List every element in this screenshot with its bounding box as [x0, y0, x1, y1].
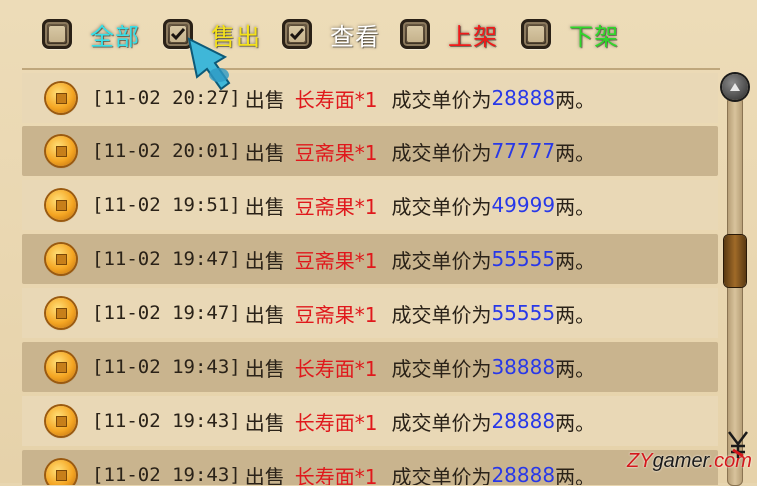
record-price: 77777 — [491, 139, 556, 163]
record-price: 28888 — [491, 463, 556, 485]
record-row: [11-02 19:43] 出售 长寿面*1 成交单价为 28888 两。 — [22, 396, 718, 446]
record-action: 出售 — [244, 140, 285, 165]
record-action: 出售 — [244, 464, 285, 486]
filter-view[interactable]: 查看 — [282, 14, 380, 54]
record-item: 长寿面*1 — [294, 464, 378, 486]
record-suffix: 两。 — [555, 464, 596, 486]
record-row: [11-02 20:27] 出售 长寿面*1 成交单价为 28888 两。 — [22, 73, 718, 123]
record-suffix: 两。 — [555, 194, 596, 219]
coin-icon — [46, 298, 76, 328]
record-row: [11-02 20:01] 出售 豆斋果*1 成交单价为 77777 两。 — [22, 126, 718, 176]
record-price: 38888 — [491, 355, 556, 379]
record-price-prefix: 成交单价为 — [391, 356, 492, 381]
filter-view-checkbox[interactable] — [282, 19, 312, 49]
coin-icon — [46, 460, 76, 485]
record-item: 豆斋果*1 — [294, 194, 378, 219]
trade-log-window: 全部 售出 查看 上架 下架 [11-02 20:27] 出售 长寿面*1 成交… — [0, 0, 757, 486]
record-action: 出售 — [244, 194, 285, 219]
filter-all-checkbox[interactable] — [42, 19, 72, 49]
watermark-gamer: gamer — [652, 450, 709, 472]
record-action: 出售 — [244, 302, 285, 327]
filter-delisted[interactable]: 下架 — [521, 14, 619, 54]
record-price-prefix: 成交单价为 — [391, 248, 492, 273]
record-price-prefix: 成交单价为 — [391, 194, 492, 219]
scroll-track[interactable] — [727, 96, 743, 486]
filter-bar: 全部 售出 查看 上架 下架 — [0, 0, 757, 68]
filter-view-label: 查看 — [330, 22, 380, 51]
record-suffix: 两。 — [555, 410, 596, 435]
filter-all-label: 全部 — [90, 22, 140, 51]
record-item: 豆斋果*1 — [294, 302, 378, 327]
coin-icon — [46, 406, 76, 436]
record-time: [11-02 19:47] — [92, 248, 241, 270]
record-row: [11-02 19:43] 出售 长寿面*1 成交单价为 38888 两。 — [22, 342, 718, 392]
coin-icon — [46, 190, 76, 220]
record-time: [11-02 19:51] — [92, 194, 241, 216]
record-action: 出售 — [244, 356, 285, 381]
record-action: 出售 — [244, 248, 285, 273]
filter-listed[interactable]: 上架 — [400, 14, 498, 54]
record-time: [11-02 19:47] — [92, 302, 241, 324]
record-price: 55555 — [491, 301, 556, 325]
filter-all[interactable]: 全部 — [42, 14, 140, 54]
record-price: 55555 — [491, 247, 556, 271]
record-row: [11-02 19:47] 出售 豆斋果*1 成交单价为 55555 两。 — [22, 288, 718, 338]
trade-record-list: [11-02 20:27] 出售 长寿面*1 成交单价为 28888 两。 [11-… — [22, 68, 720, 485]
coin-icon — [46, 352, 76, 382]
filter-delisted-checkbox[interactable] — [521, 19, 551, 49]
record-suffix: 两。 — [555, 356, 596, 381]
record-price-prefix: 成交单价为 — [391, 87, 492, 112]
vertical-scrollbar[interactable] — [722, 74, 748, 486]
record-item: 豆斋果*1 — [294, 140, 378, 165]
watermark-logo-icon — [728, 431, 748, 458]
checkmark-icon — [289, 28, 305, 41]
filter-listed-label: 上架 — [448, 22, 498, 51]
record-suffix: 两。 — [555, 248, 596, 273]
record-price: 28888 — [491, 409, 556, 433]
record-suffix: 两。 — [555, 140, 596, 165]
record-row: [11-02 19:51] 出售 豆斋果*1 成交单价为 49999 两。 — [22, 180, 718, 230]
record-time: [11-02 19:43] — [92, 356, 241, 378]
coin-icon — [46, 83, 76, 113]
record-action: 出售 — [244, 87, 285, 112]
record-item: 长寿面*1 — [294, 87, 378, 112]
record-price: 28888 — [491, 86, 556, 110]
coin-icon — [46, 244, 76, 274]
record-time: [11-02 20:01] — [92, 140, 241, 162]
record-price-prefix: 成交单价为 — [391, 410, 492, 435]
record-action: 出售 — [244, 410, 285, 435]
record-row: [11-02 19:43] 出售 长寿面*1 成交单价为 28888 两。 — [22, 450, 718, 485]
record-price-prefix: 成交单价为 — [391, 140, 492, 165]
scroll-up-arrow-icon[interactable] — [722, 74, 748, 100]
record-item: 长寿面*1 — [294, 356, 378, 381]
record-suffix: 两。 — [555, 302, 596, 327]
record-row: [11-02 19:47] 出售 豆斋果*1 成交单价为 55555 两。 — [22, 234, 718, 284]
scroll-thumb[interactable] — [724, 235, 746, 287]
record-price: 49999 — [491, 193, 556, 217]
record-price-prefix: 成交单价为 — [391, 302, 492, 327]
coin-icon — [46, 136, 76, 166]
record-time: [11-02 19:43] — [92, 410, 241, 432]
record-item: 豆斋果*1 — [294, 248, 378, 273]
filter-delisted-label: 下架 — [569, 22, 619, 51]
record-price-prefix: 成交单价为 — [391, 464, 492, 486]
record-suffix: 两。 — [555, 87, 596, 112]
jade-pointer-cursor-icon — [187, 37, 231, 91]
record-item: 长寿面*1 — [294, 410, 378, 435]
record-time: [11-02 19:43] — [92, 464, 241, 485]
filter-listed-checkbox[interactable] — [400, 19, 430, 49]
watermark-brand: ZY — [627, 450, 653, 472]
